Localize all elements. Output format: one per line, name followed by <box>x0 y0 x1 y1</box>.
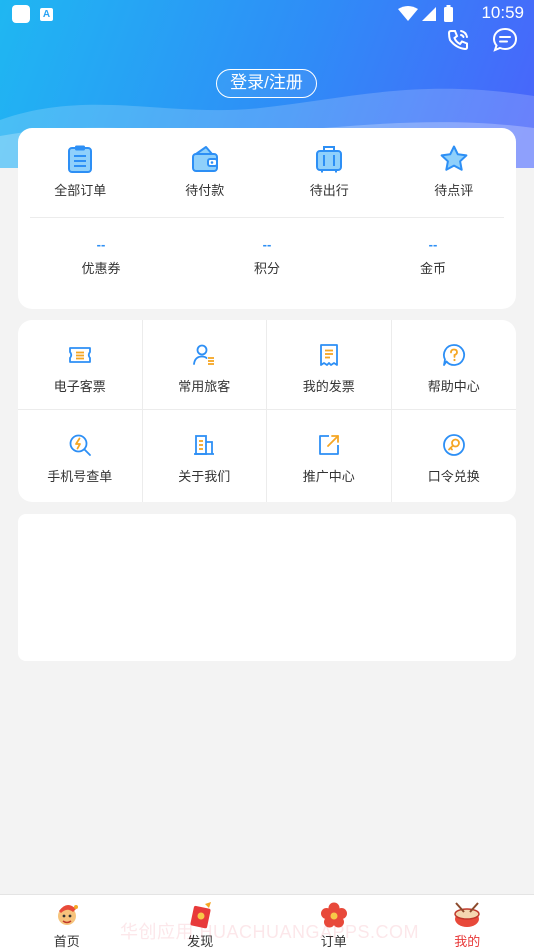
service-help-label: 帮助中心 <box>427 379 480 394</box>
order-all[interactable]: 全部订单 <box>18 142 143 206</box>
service-promotion-label: 推广中心 <box>302 469 355 484</box>
order-review[interactable]: 待点评 <box>392 142 517 206</box>
service-invoices[interactable]: 我的发票 <box>267 320 392 410</box>
points-label: 积分 <box>253 261 280 276</box>
order-unpaid-label: 待付款 <box>185 183 225 198</box>
services-card: 电子客票 常用旅客 我的发票 帮助中心 手机号查单 关于我们 推广中心 口令兑换 <box>18 320 516 502</box>
passenger-icon <box>193 344 215 365</box>
tab-discover[interactable]: 发现 <box>134 895 268 950</box>
service-invoices-label: 我的发票 <box>302 379 355 394</box>
divider <box>30 217 504 218</box>
tab-mine-label: 我的 <box>454 934 481 949</box>
help-icon <box>442 344 465 366</box>
coupons-value: -- <box>96 237 106 252</box>
order-upcoming-label: 待出行 <box>309 183 349 198</box>
mine-drum-icon <box>454 902 480 927</box>
ticket-icon <box>68 347 91 363</box>
stat-points[interactable]: -- 积分 <box>184 236 350 277</box>
coins-label: 金币 <box>419 261 446 276</box>
discover-envelope-icon <box>190 902 212 929</box>
stat-coupons[interactable]: -- 优惠券 <box>18 236 184 277</box>
coupons-label: 优惠券 <box>81 261 121 276</box>
tab-home-label: 首页 <box>53 934 80 949</box>
service-redeem-label: 口令兑换 <box>427 469 480 484</box>
phone-icon[interactable] <box>444 26 472 54</box>
points-value: -- <box>262 237 272 252</box>
service-phone-lookup-label: 手机号查单 <box>47 469 113 484</box>
orders-flower-icon <box>320 902 347 928</box>
clipboard-icon <box>68 145 93 173</box>
luggage-icon <box>316 146 343 173</box>
orders-card: 全部订单 待付款 待出行 待点评 -- 优惠券 -- 积分 -- 金币 <box>18 128 516 309</box>
service-help[interactable]: 帮助中心 <box>391 320 516 410</box>
order-upcoming[interactable]: 待出行 <box>267 142 392 206</box>
tab-discover-label: 发现 <box>187 934 214 949</box>
service-redeem[interactable]: 口令兑换 <box>392 410 517 502</box>
service-passengers[interactable]: 常用旅客 <box>142 320 267 410</box>
bottom-tab-bar: 首页 发现 订单 我的 <box>0 894 534 950</box>
content-panel <box>18 514 516 661</box>
services-grid: 电子客票 常用旅客 我的发票 帮助中心 手机号查单 关于我们 推广中心 口令兑换 <box>18 320 516 502</box>
order-all-label: 全部订单 <box>54 183 107 198</box>
redeem-icon <box>442 434 465 456</box>
phone-search-icon <box>69 434 91 456</box>
tab-orders-label: 订单 <box>320 934 347 949</box>
clock: 10:59 <box>481 3 524 22</box>
service-about[interactable]: 关于我们 <box>143 410 267 502</box>
service-e-ticket-label: 电子客票 <box>53 379 106 394</box>
tab-home[interactable]: 首页 <box>0 895 134 950</box>
share-icon <box>318 435 339 455</box>
wallet-icon <box>191 146 218 172</box>
coins-value: -- <box>428 237 438 252</box>
message-icon[interactable] <box>491 26 519 54</box>
service-passengers-label: 常用旅客 <box>178 379 231 394</box>
order-shortcuts: 全部订单 待付款 待出行 待点评 <box>18 142 516 206</box>
building-icon <box>194 435 215 455</box>
service-e-ticket[interactable]: 电子客票 <box>18 320 143 410</box>
stat-coins[interactable]: -- 金币 <box>350 236 516 277</box>
service-phone-lookup[interactable]: 手机号查单 <box>18 410 143 502</box>
tab-orders[interactable]: 订单 <box>267 895 401 950</box>
order-review-label: 待点评 <box>434 183 474 198</box>
app-badge-icon: A <box>40 8 53 21</box>
service-about-label: 关于我们 <box>178 469 231 484</box>
stats-row: -- 优惠券 -- 积分 -- 金币 <box>18 236 516 277</box>
signal-wifi-battery-icons <box>398 5 453 22</box>
login-register-button[interactable]: 登录/注册 <box>216 69 317 98</box>
home-mascot-icon <box>57 904 78 925</box>
service-promotion[interactable]: 推广中心 <box>267 410 392 502</box>
order-unpaid[interactable]: 待付款 <box>143 142 268 206</box>
tab-mine[interactable]: 我的 <box>401 895 534 950</box>
invoice-icon <box>319 344 338 366</box>
star-icon <box>440 145 468 171</box>
app-notification-icon <box>12 5 30 23</box>
